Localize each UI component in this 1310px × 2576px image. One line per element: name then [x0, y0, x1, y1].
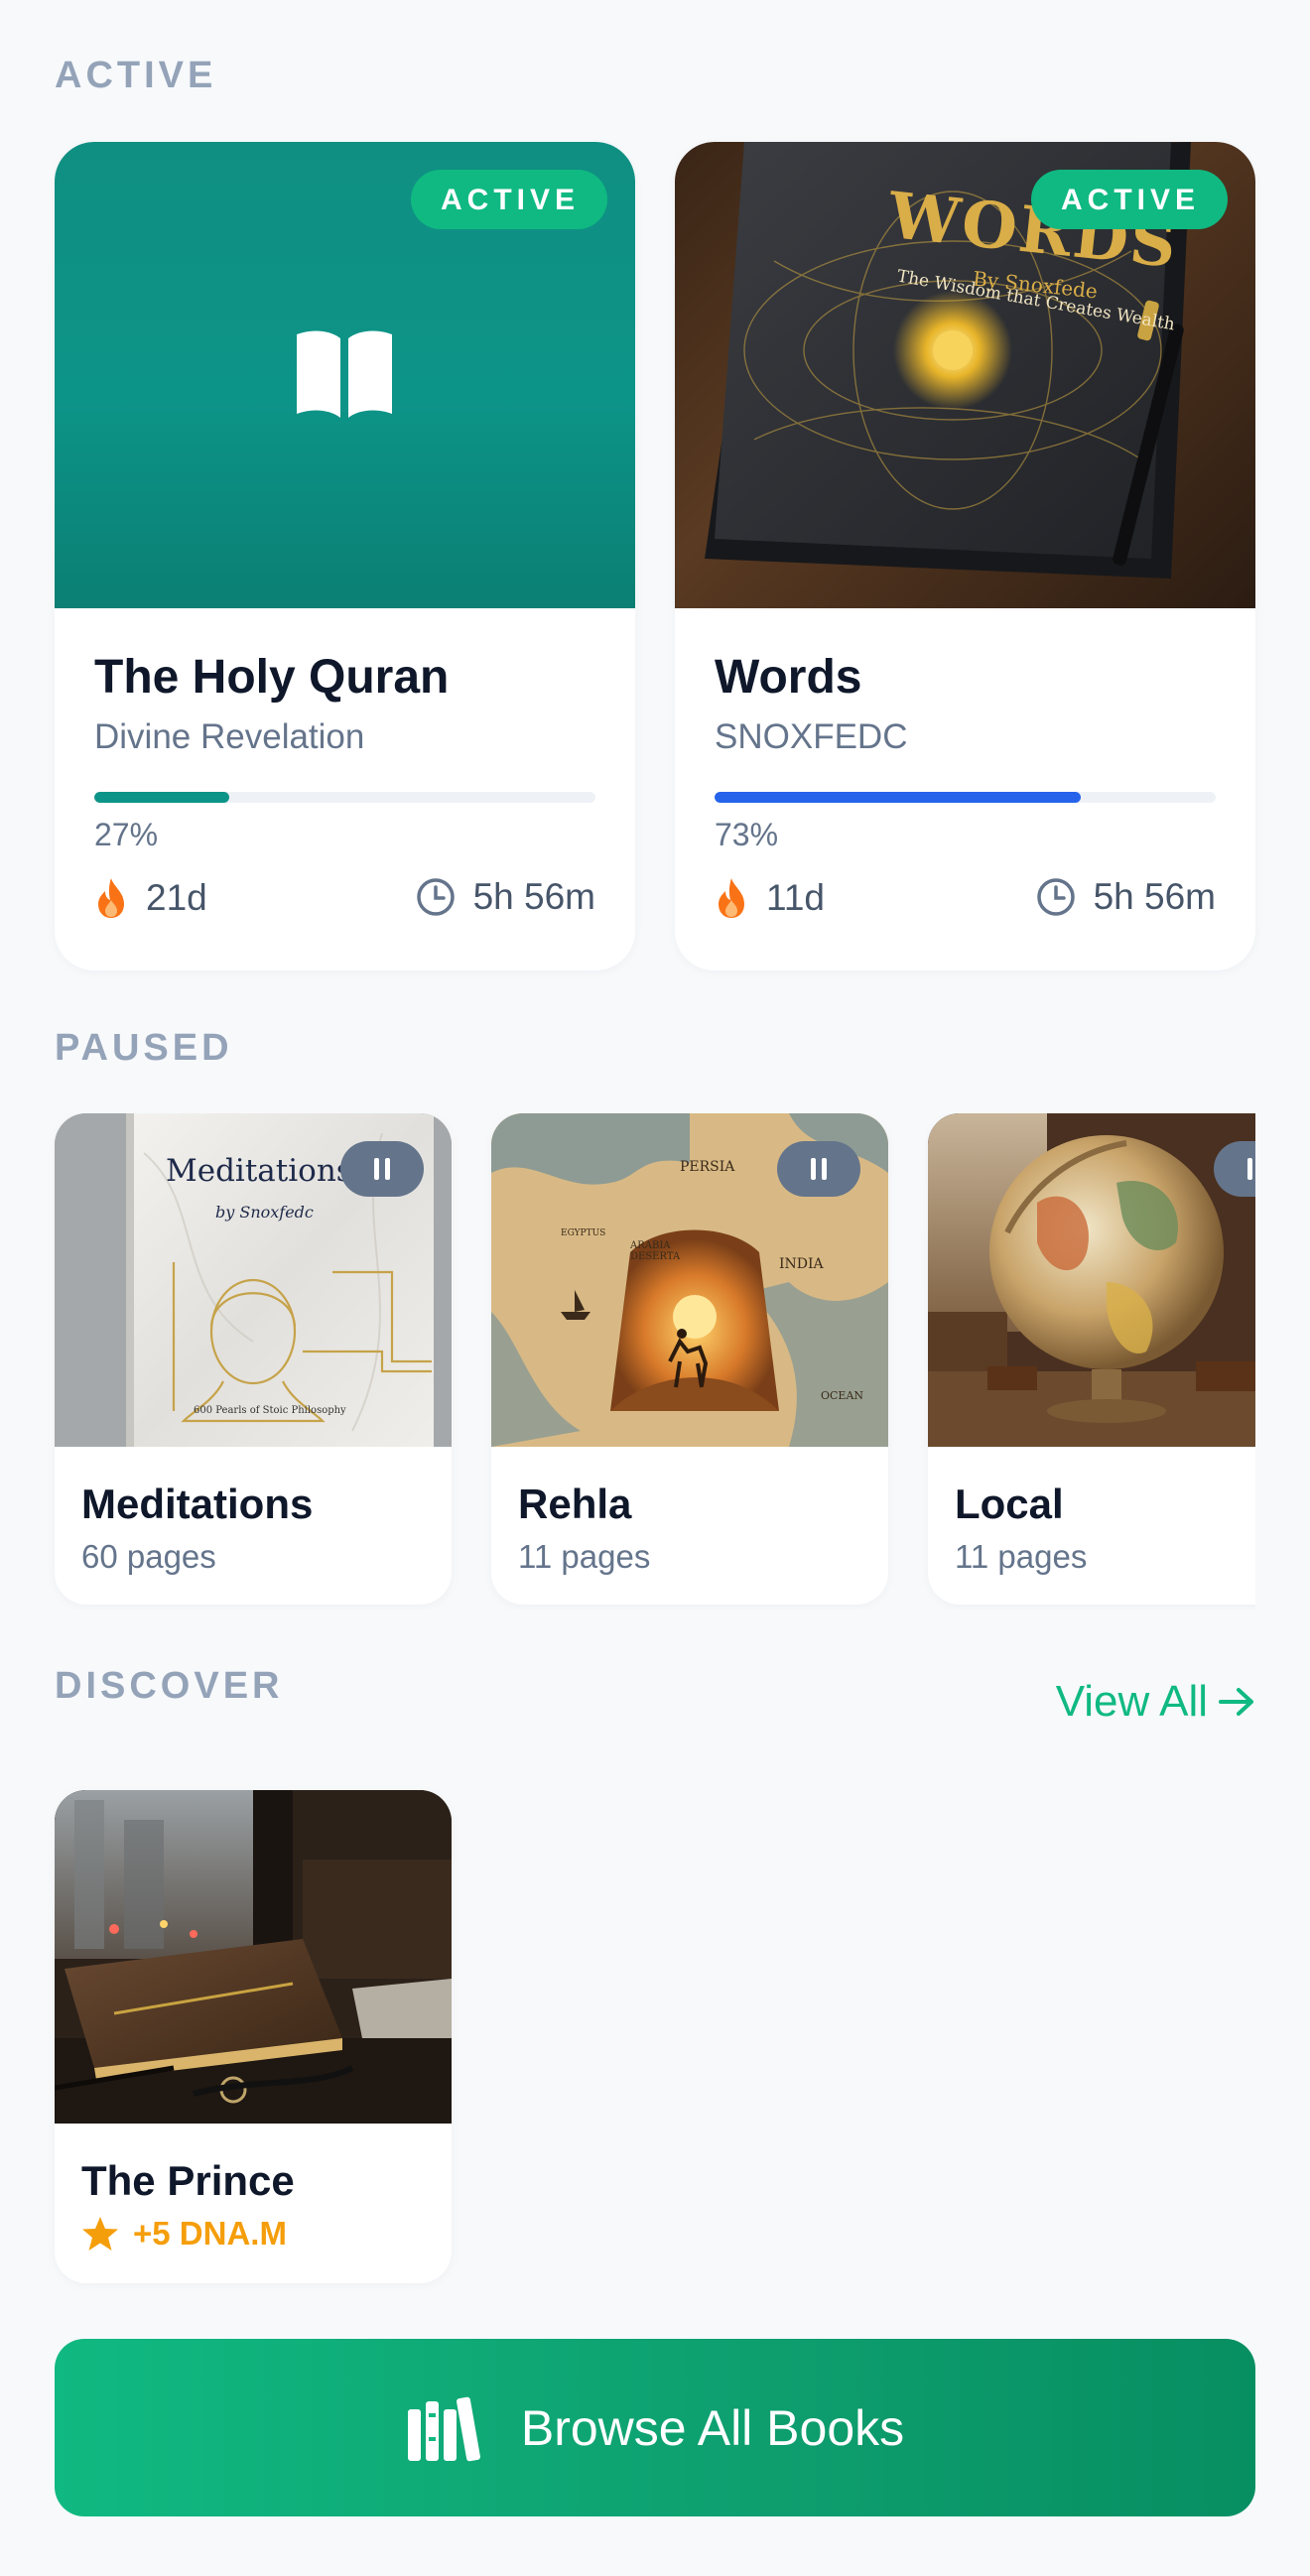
book-cover-local-art	[928, 1113, 1255, 1447]
pause-icon	[374, 1158, 390, 1180]
reward-value: +5 DNA.M	[133, 2215, 287, 2252]
book-cover-prince-art	[55, 1790, 452, 2124]
status-badge-active: ACTIVE	[410, 170, 607, 229]
clock-icon	[416, 878, 455, 916]
map-label-ocean: OCEAN	[821, 1389, 864, 1402]
progress-fill	[94, 792, 230, 803]
section-label-discover: DISCOVER	[55, 1665, 284, 1707]
view-all-link[interactable]: View All	[1056, 1677, 1255, 1727]
section-label-active: ACTIVE	[55, 55, 217, 96]
reward-row: +5 DNA.M	[81, 2215, 287, 2253]
book-cover: Meditations. by Snoxfedc 600 Pearls of S…	[55, 1113, 452, 1447]
pause-icon	[811, 1158, 827, 1180]
time-stat: 5h 56m	[416, 876, 595, 918]
section-label-paused: PAUSED	[55, 1027, 233, 1069]
paused-carousel[interactable]: Meditations. by Snoxfedc 600 Pearls of S…	[0, 1113, 1255, 1610]
progress-fill	[715, 792, 1081, 803]
library-books-icon	[407, 2396, 480, 2461]
discover-book-card-prince[interactable]: The Prince +5 DNA.M	[55, 1790, 452, 2283]
pause-badge	[777, 1141, 860, 1197]
streak-stat: 11d	[715, 876, 825, 920]
streak-value: 11d	[766, 877, 825, 918]
book-title: Rehla	[518, 1481, 632, 1527]
book-cover	[55, 1790, 452, 2124]
browse-all-books-label: Browse All Books	[520, 2399, 905, 2456]
progress-bar	[94, 792, 595, 803]
progress-bar	[715, 792, 1216, 803]
streak-stat: 21d	[94, 876, 207, 920]
book-open-icon	[297, 330, 392, 418]
flame-icon	[719, 878, 744, 918]
browse-all-books-button[interactable]: Browse All Books	[55, 2339, 1255, 2516]
view-all-label: View All	[1055, 1677, 1208, 1726]
time-value: 5h 56m	[472, 876, 595, 917]
book-cover: ACTIVE	[55, 142, 635, 608]
active-book-card-words[interactable]: WORDS By Snoxfede The Wisdom that Create…	[675, 142, 1255, 970]
book-title: The Holy Quran	[94, 651, 450, 704]
progress-percent: 27%	[94, 817, 159, 852]
status-badge-active: ACTIVE	[1030, 170, 1228, 229]
book-author: Divine Revelation	[94, 717, 365, 756]
cover-subtitle-text: 600 Pearls of Stoic Philosophy	[194, 1405, 346, 1416]
progress-percent: 73%	[715, 817, 779, 852]
paused-book-card-meditations[interactable]: Meditations. by Snoxfedc 600 Pearls of S…	[55, 1113, 452, 1605]
map-label-egyptus: EGYPTUS	[561, 1228, 606, 1238]
paused-book-card-rehla[interactable]: PERSIA EGYPTUS ARABIA DESERTA INDIA OCEA…	[491, 1113, 888, 1605]
map-label-persia: PERSIA	[680, 1159, 735, 1175]
book-cover: WORDS By Snoxfede The Wisdom that Create…	[675, 142, 1255, 608]
time-stat: 5h 56m	[1036, 876, 1216, 918]
pause-badge	[340, 1141, 424, 1197]
book-title: Meditations	[81, 1481, 314, 1527]
clock-icon	[1036, 878, 1075, 916]
book-title: Words	[715, 651, 862, 704]
flame-icon	[98, 878, 124, 918]
book-author: SNOXFEDC	[715, 717, 908, 756]
book-title: The Prince	[81, 2157, 295, 2204]
pause-icon	[1247, 1158, 1252, 1180]
streak-value: 21d	[146, 877, 207, 918]
arrow-right-icon	[1219, 1688, 1253, 1716]
book-pages: 60 pages	[81, 1538, 216, 1575]
cover-title-text: Meditations.	[166, 1153, 362, 1189]
active-book-card-quran[interactable]: ACTIVE The Holy Quran Divine Revelation …	[55, 142, 635, 970]
book-pages: 11 pages	[955, 1538, 1088, 1575]
book-cover: PERSIA EGYPTUS ARABIA DESERTA INDIA OCEA…	[491, 1113, 888, 1447]
map-label-india: INDIA	[779, 1256, 824, 1272]
book-title: Local	[955, 1481, 1064, 1527]
time-value: 5h 56m	[1093, 876, 1216, 917]
cover-byline-text: by Snoxfedc	[215, 1203, 314, 1222]
paused-book-card-local[interactable]: Local 11 pages	[928, 1113, 1255, 1605]
book-cover	[928, 1113, 1255, 1447]
book-pages: 11 pages	[518, 1538, 651, 1575]
map-label-arabia: ARABIA DESERTA	[630, 1240, 681, 1262]
star-icon	[82, 2217, 118, 2251]
